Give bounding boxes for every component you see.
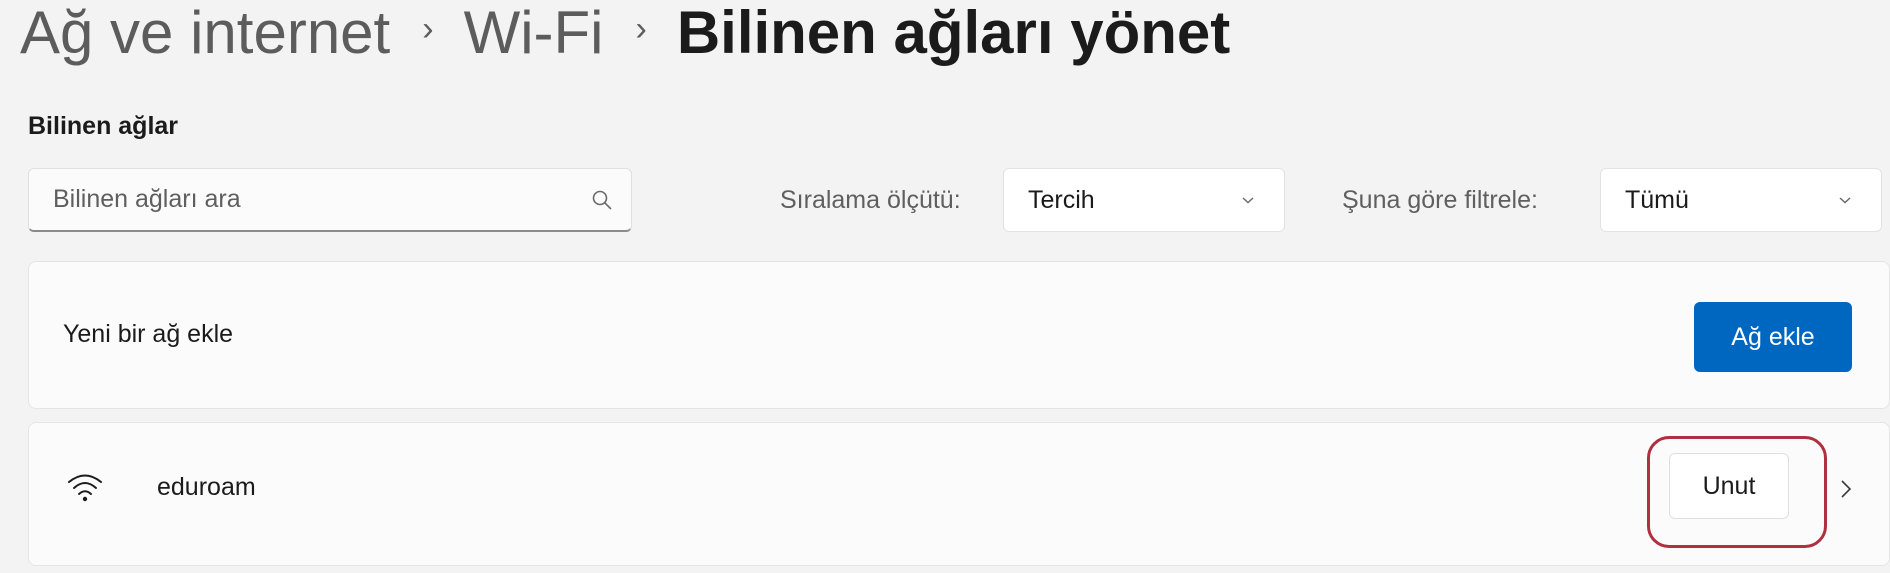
section-title-known-networks: Bilinen ağlar	[28, 112, 179, 140]
add-network-card: Yeni bir ağ ekle Ağ ekle	[28, 261, 1890, 409]
filter-selected-value: Tümü	[1625, 185, 1689, 214]
breadcrumb-separator: ›	[422, 10, 434, 48]
chevron-right-icon[interactable]	[1839, 477, 1853, 501]
sort-dropdown[interactable]: Tercih	[1003, 168, 1285, 232]
sort-label: Sıralama ölçütü:	[780, 186, 961, 214]
page-title: Bilinen ağları yönet	[676, 0, 1231, 66]
forget-button[interactable]: Unut	[1669, 453, 1789, 519]
search-input[interactable]	[51, 184, 591, 215]
add-network-label: Yeni bir ağ ekle	[63, 320, 234, 348]
filter-dropdown[interactable]: Tümü	[1600, 168, 1882, 232]
chevron-down-icon	[1240, 195, 1256, 205]
chevron-down-icon	[1837, 195, 1853, 205]
breadcrumb-separator: ›	[635, 10, 647, 48]
filter-label: Şuna göre filtrele:	[1342, 186, 1538, 214]
add-network-button[interactable]: Ağ ekle	[1694, 302, 1852, 372]
breadcrumb: Ağ ve internet › Wi-Fi › Bilinen ağları …	[20, 0, 1230, 66]
search-icon[interactable]	[591, 189, 613, 211]
sort-selected-value: Tercih	[1028, 185, 1095, 214]
wifi-icon	[65, 471, 105, 503]
network-name: eduroam	[157, 473, 256, 501]
network-list-item[interactable]: eduroam Unut	[28, 422, 1890, 566]
search-box[interactable]	[28, 168, 632, 232]
breadcrumb-wifi[interactable]: Wi-Fi	[464, 0, 604, 66]
breadcrumb-network-internet[interactable]: Ağ ve internet	[20, 0, 390, 66]
